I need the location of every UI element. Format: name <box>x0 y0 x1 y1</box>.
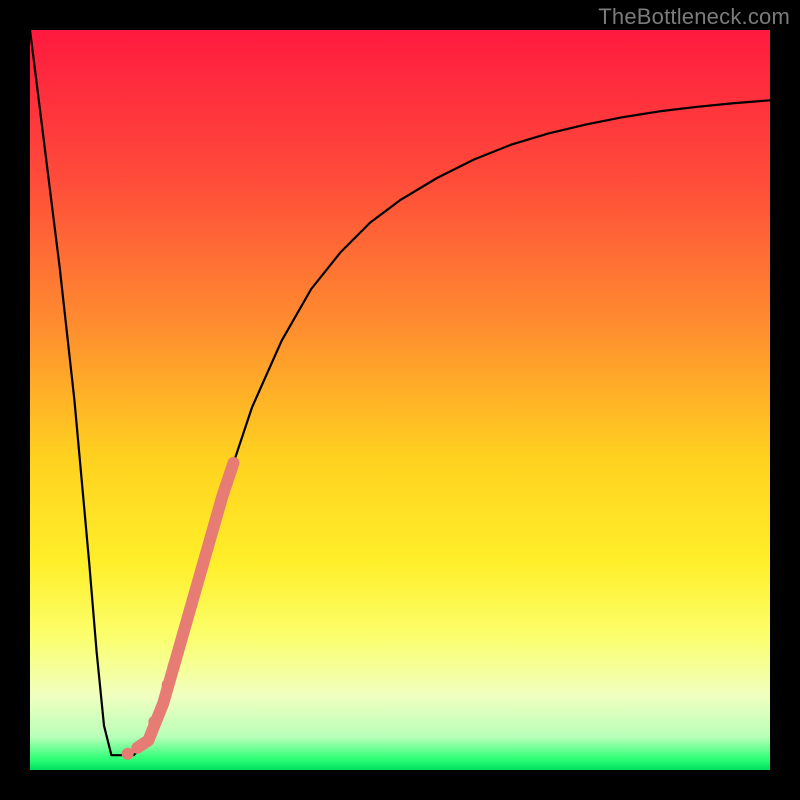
chart-frame: TheBottleneck.com <box>0 0 800 800</box>
watermark-text: TheBottleneck.com <box>598 4 790 30</box>
plot-area <box>30 30 770 770</box>
highlight-dot <box>148 716 160 728</box>
highlight-dot <box>122 748 134 760</box>
highlight-dot <box>162 679 174 691</box>
gradient-background <box>30 30 770 770</box>
highlight-dot <box>168 660 180 672</box>
chart-svg <box>30 30 770 770</box>
